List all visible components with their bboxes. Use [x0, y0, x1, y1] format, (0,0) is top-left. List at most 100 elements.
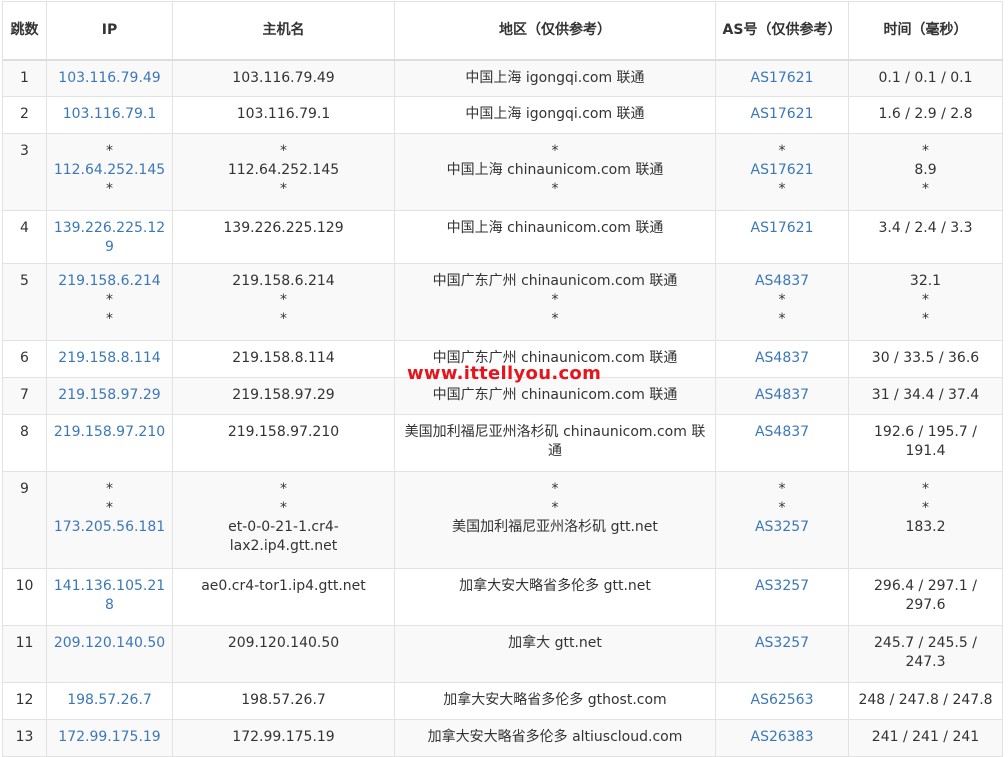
- as-link[interactable]: AS4837: [720, 272, 844, 291]
- as-cell: AS4837: [715, 340, 849, 378]
- hop-cell: 1: [2, 59, 47, 97]
- ip-link[interactable]: 103.116.79.1: [51, 105, 168, 124]
- hop-cell: 6: [2, 340, 47, 378]
- region-text: *: [551, 143, 559, 159]
- ip-text: *: [106, 311, 113, 327]
- as-text: *: [778, 481, 786, 497]
- ip-link[interactable]: 173.205.56.181: [51, 518, 168, 537]
- host-text: 172.99.175.19: [232, 729, 335, 745]
- ip-link[interactable]: 219.158.6.214: [51, 272, 168, 291]
- region-text: 中国广东广州 chinaunicom.com 联通: [432, 273, 678, 289]
- as-link[interactable]: AS4837: [720, 349, 844, 368]
- region-text: 加拿大安大略省多伦多 gthost.com: [443, 692, 667, 708]
- as-link[interactable]: AS17621: [720, 219, 844, 238]
- time-text: 31 / 34.4 / 37.4: [871, 387, 980, 403]
- region-cell: 中国上海 igongqi.com 联通: [394, 59, 716, 97]
- hop-cell: 12: [2, 682, 47, 720]
- region-text: *: [551, 181, 559, 197]
- region-text: 中国上海 igongqi.com 联通: [465, 106, 645, 122]
- host-text: 112.64.252.145: [227, 162, 340, 178]
- as-link[interactable]: AS4837: [720, 386, 844, 405]
- time-cell: 0.1 / 0.1 / 0.1: [848, 59, 1003, 97]
- table-row: 5 219.158.6.214 * * 219.158.6.214 * * 中国广东广州 ch…: [2, 263, 1003, 341]
- as-link[interactable]: AS3257: [720, 634, 844, 653]
- ip-link[interactable]: 219.158.8.114: [51, 349, 168, 368]
- time-cell: 30 / 33.5 / 36.6: [848, 340, 1003, 378]
- as-link[interactable]: AS17621: [720, 105, 844, 124]
- hop-cell: 2: [2, 96, 47, 134]
- ip-cell: * 112.64.252.145 *: [46, 133, 173, 211]
- host-text: ae0.cr4-tor1.ip4.gtt.net: [201, 578, 366, 594]
- as-text: *: [778, 181, 786, 197]
- time-text: *: [922, 143, 929, 159]
- host-text: 103.116.79.1: [236, 106, 331, 122]
- host-cell: * 112.64.252.145 *: [172, 133, 395, 211]
- ip-text: *: [106, 181, 113, 197]
- ip-link[interactable]: 209.120.140.50: [51, 634, 168, 653]
- host-text: 219.158.6.214: [232, 273, 335, 289]
- as-link[interactable]: AS3257: [720, 518, 844, 537]
- time-cell: 32.1 * *: [848, 263, 1003, 341]
- time-cell: 3.4 / 2.4 / 3.3: [848, 210, 1003, 264]
- time-text: 245.7 / 245.5 / 247.3: [874, 635, 977, 670]
- host-text: 198.57.26.7: [241, 692, 326, 708]
- header-region: 地区（仅供参考）: [394, 1, 716, 61]
- host-text: *: [280, 181, 287, 197]
- as-link[interactable]: AS4837: [720, 423, 844, 442]
- host-text: 219.158.97.29: [232, 387, 335, 403]
- as-text: *: [778, 292, 786, 308]
- time-text: *: [922, 181, 929, 197]
- ip-link[interactable]: 219.158.97.29: [51, 386, 168, 405]
- region-cell: 加拿大安大略省多伦多 altiuscloud.com: [394, 719, 716, 757]
- hop-cell: 8: [2, 414, 47, 472]
- region-text: *: [551, 311, 559, 327]
- host-text: 139.226.225.129: [223, 220, 344, 236]
- ip-link[interactable]: 141.136.105.218: [51, 577, 168, 615]
- table-row: 11 209.120.140.50 209.120.140.50 加拿大 gtt.ne…: [2, 625, 1003, 683]
- region-text: 中国广东广州 chinaunicom.com 联通: [432, 350, 678, 366]
- ip-link[interactable]: 103.116.79.49: [51, 69, 168, 88]
- region-text: 中国上海 chinaunicom.com 联通: [446, 220, 664, 236]
- as-link[interactable]: AS3257: [720, 577, 844, 596]
- region-cell: 中国上海 chinaunicom.com 联通: [394, 210, 716, 264]
- as-text: *: [778, 311, 786, 327]
- hop-cell: 11: [2, 625, 47, 683]
- ip-link[interactable]: 172.99.175.19: [51, 728, 168, 747]
- table-row: 9 * * 173.205.56.181 * * et-0-0-21-1.cr4-lax2.…: [2, 471, 1003, 569]
- table-row: 1 103.116.79.49 103.116.79.49 中国上海 igongqi.…: [2, 59, 1003, 97]
- host-cell: 103.116.79.49: [172, 59, 395, 97]
- as-link[interactable]: AS17621: [720, 161, 844, 180]
- region-cell: 中国广东广州 chinaunicom.com 联通: [394, 340, 716, 378]
- time-cell: 248 / 247.8 / 247.8: [848, 682, 1003, 720]
- ip-link[interactable]: 198.57.26.7: [51, 691, 168, 710]
- table-row: 3 * 112.64.252.145 * * 112.64.252.145 * * 中国上海 c…: [2, 133, 1003, 211]
- header-ip: IP: [46, 1, 173, 61]
- region-cell: 美国加利福尼亚州洛杉矶 chinaunicom.com 联通: [394, 414, 716, 472]
- as-link[interactable]: AS26383: [720, 728, 844, 747]
- region-text: 中国上海 igongqi.com 联通: [465, 69, 645, 86]
- region-text: *: [551, 500, 559, 516]
- host-cell: 219.158.97.210: [172, 414, 395, 472]
- time-text: 241 / 241 / 241: [871, 729, 980, 745]
- as-link[interactable]: AS17621: [720, 69, 844, 88]
- ip-cell: 219.158.97.210: [46, 414, 173, 472]
- region-cell: 中国广东广州 chinaunicom.com 联通 * *: [394, 263, 716, 341]
- as-link[interactable]: AS62563: [720, 691, 844, 710]
- ip-link[interactable]: 139.226.225.129: [51, 219, 168, 257]
- ip-cell: * * 173.205.56.181: [46, 471, 173, 569]
- ip-link[interactable]: 219.158.97.210: [51, 423, 168, 442]
- table-row: 2 103.116.79.1 103.116.79.1 中国上海 igongqi.co…: [2, 96, 1003, 134]
- hop-cell: 5: [2, 263, 47, 341]
- time-cell: 31 / 34.4 / 37.4: [848, 377, 1003, 415]
- time-text: *: [922, 481, 929, 497]
- region-text: *: [551, 481, 559, 497]
- ip-link[interactable]: 112.64.252.145: [51, 161, 168, 180]
- ip-text: *: [106, 481, 113, 497]
- header-host: 主机名: [172, 1, 395, 61]
- time-text: 3.4 / 2.4 / 3.3: [878, 220, 973, 236]
- ip-cell: 103.116.79.49: [46, 59, 173, 97]
- region-cell: 中国上海 igongqi.com 联通: [394, 96, 716, 134]
- table-row: 10 141.136.105.218 ae0.cr4-tor1.ip4.gtt.ne…: [2, 568, 1003, 626]
- host-cell: 139.226.225.129: [172, 210, 395, 264]
- time-text: *: [922, 292, 929, 308]
